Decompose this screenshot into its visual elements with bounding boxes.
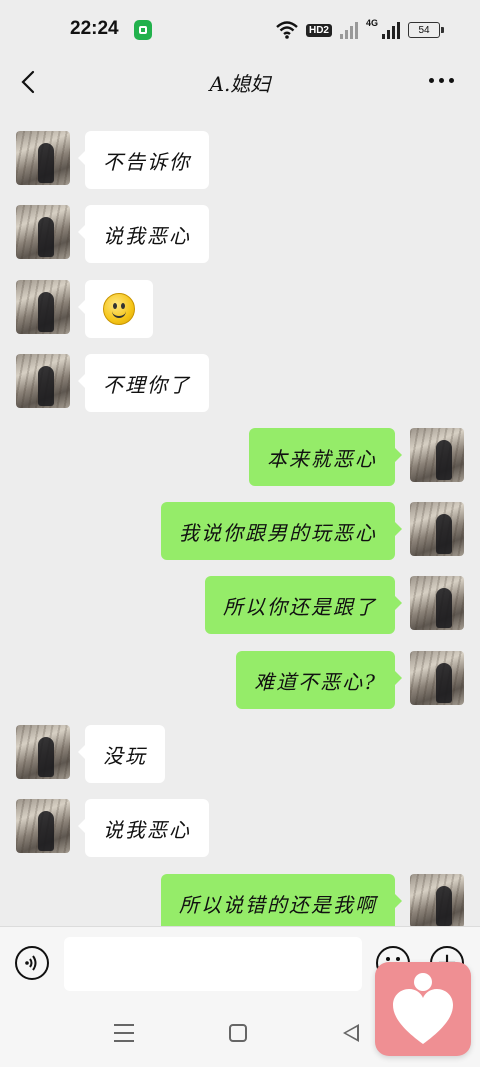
notification-app-icon [134, 20, 152, 40]
message-row: 所以你还是跟了 [0, 576, 480, 636]
more-options-icon[interactable] [429, 78, 454, 83]
outgoing-message-bubble[interactable]: 所以说错的还是我啊 [161, 874, 402, 926]
incoming-message-bubble[interactable]: 说我恶心 [78, 799, 209, 857]
signal-sim1-icon [339, 21, 358, 39]
contact-avatar[interactable] [16, 799, 70, 853]
message-list[interactable]: 不告诉你 说我恶心 不理你了 本来就恶心 我说你跟男的玩恶心 所以你还是跟了 难… [0, 114, 480, 926]
chat-title: A.媳妇 [209, 72, 271, 96]
message-row: 难道不恶心? [0, 651, 480, 711]
recent-apps-icon[interactable] [114, 1024, 134, 1042]
chat-header: A.媳妇 [0, 60, 480, 104]
message-row: 不告诉你 [0, 131, 480, 191]
contact-avatar[interactable] [16, 725, 70, 779]
message-row: 所以说错的还是我啊 [0, 874, 480, 926]
heart-icon [393, 973, 453, 1044]
message-row [0, 280, 480, 340]
nav-back-icon[interactable] [343, 1024, 359, 1042]
message-row: 不理你了 [0, 354, 480, 414]
outgoing-message-bubble[interactable]: 难道不恶心? [236, 651, 402, 709]
contact-avatar[interactable] [16, 354, 70, 408]
my-avatar[interactable] [410, 651, 464, 705]
my-avatar[interactable] [410, 576, 464, 630]
wifi-icon [276, 21, 298, 39]
status-time: 22:24 [70, 18, 119, 39]
incoming-message-bubble[interactable] [78, 280, 153, 338]
my-avatar[interactable] [410, 428, 464, 482]
battery-icon: 54 [408, 22, 444, 38]
message-row: 我说你跟男的玩恶心 [0, 502, 480, 562]
incoming-message-bubble[interactable]: 不理你了 [78, 354, 209, 412]
message-input[interactable] [64, 937, 362, 991]
message-row: 说我恶心 [0, 205, 480, 265]
signal-sim2-icon [382, 21, 400, 39]
incoming-message-bubble[interactable]: 没玩 [78, 725, 165, 783]
incoming-message-bubble[interactable]: 说我恶心 [78, 205, 209, 263]
network-type-label: 4G [365, 18, 378, 28]
incoming-message-bubble[interactable]: 不告诉你 [78, 131, 209, 189]
outgoing-message-bubble[interactable]: 我说你跟男的玩恶心 [161, 502, 402, 560]
status-bar: 22:24 HD2 4G 54 [0, 0, 480, 60]
status-icons: HD2 4G 54 [276, 18, 444, 42]
message-row: 说我恶心 [0, 799, 480, 859]
contact-avatar[interactable] [16, 205, 70, 259]
outgoing-message-bubble[interactable]: 所以你还是跟了 [205, 576, 402, 634]
message-row: 本来就恶心 [0, 428, 480, 488]
my-avatar[interactable] [410, 502, 464, 556]
outgoing-message-bubble[interactable]: 本来就恶心 [249, 428, 402, 486]
contact-avatar[interactable] [16, 131, 70, 185]
my-avatar[interactable] [410, 874, 464, 926]
floating-heart-app-icon[interactable] [375, 962, 471, 1056]
home-icon[interactable] [229, 1024, 247, 1042]
smiley-emoji-icon [103, 293, 135, 325]
message-row: 没玩 [0, 725, 480, 785]
hd-badge: HD2 [305, 23, 332, 37]
contact-avatar[interactable] [16, 280, 70, 334]
sound-wave-icon [25, 955, 37, 971]
voice-input-icon[interactable] [15, 946, 49, 980]
